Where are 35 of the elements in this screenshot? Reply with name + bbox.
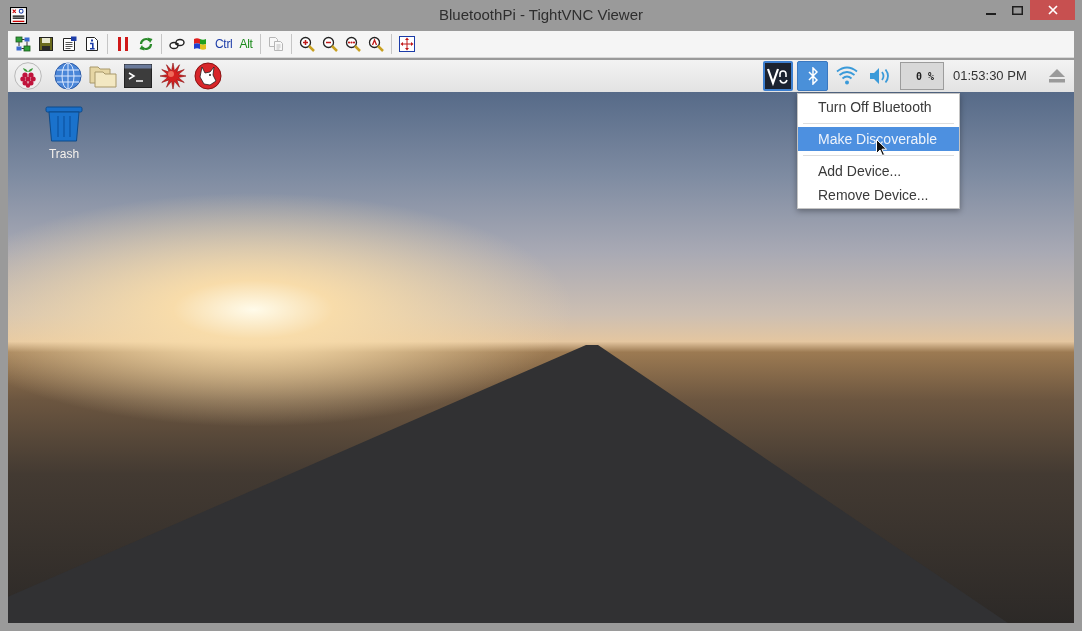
minimize-icon	[986, 13, 996, 15]
flag-icon[interactable]	[192, 36, 208, 52]
cpu-usage-meter: 0 %	[900, 62, 944, 90]
terminal-icon[interactable]	[124, 62, 152, 90]
logo-icon[interactable]	[763, 61, 793, 91]
icon-label: Trash	[48, 146, 80, 163]
globe-icon[interactable]	[54, 62, 82, 90]
magnifier-icon[interactable]	[344, 36, 361, 52]
fullscreen-icon[interactable]	[398, 36, 415, 52]
info-icon[interactable]	[84, 36, 100, 52]
bluetooth-icon	[807, 67, 818, 85]
close-button[interactable]	[1030, 0, 1075, 20]
wifi-icon[interactable]	[836, 66, 858, 86]
key-button[interactable]: Ctrl	[215, 36, 233, 52]
pause-icon[interactable]	[115, 36, 131, 52]
zoom-in-icon[interactable]	[298, 36, 315, 52]
network-icon[interactable]	[15, 36, 31, 52]
menu-item[interactable]: Remove Device...	[798, 183, 959, 207]
maximize-icon	[1011, 5, 1023, 15]
clock[interactable]: 01:53:30 PM	[953, 66, 1041, 86]
zoom-out-icon[interactable]	[321, 36, 338, 52]
app-icon	[10, 7, 27, 24]
menu-item[interactable]: Add Device...	[798, 159, 959, 183]
starburst-icon[interactable]	[159, 62, 187, 90]
close-icon	[1047, 5, 1058, 15]
menu-item[interactable]: Turn Off Bluetooth	[798, 95, 959, 119]
refresh-icon[interactable]	[138, 36, 154, 52]
document-icon[interactable]	[61, 36, 77, 52]
animal-head-icon[interactable]	[194, 62, 222, 90]
key-button[interactable]: Alt	[239, 36, 253, 52]
magnifier-icon[interactable]	[367, 36, 384, 52]
chain-link-icon[interactable]	[169, 36, 185, 52]
bluetooth-button[interactable]	[797, 61, 828, 91]
window-title: BluetoothPi - TightVNC Viewer	[439, 5, 643, 25]
raspberry-icon[interactable]	[14, 62, 42, 90]
